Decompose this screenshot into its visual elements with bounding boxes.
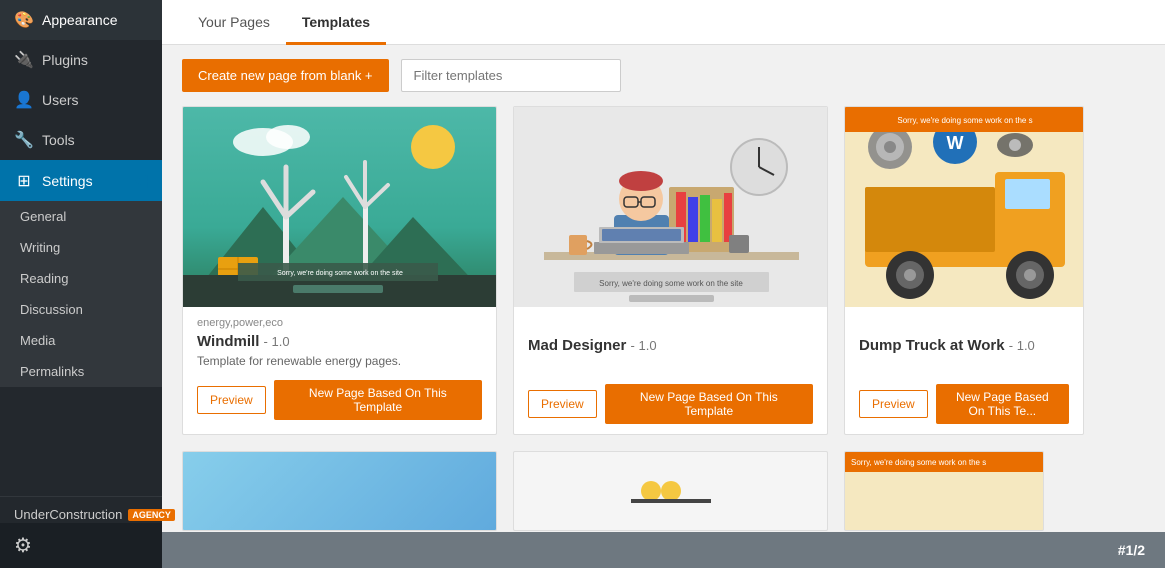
agency-badge: AGENCY (128, 509, 175, 521)
dump-truck-tags (859, 317, 1069, 333)
discussion-label: Discussion (20, 302, 83, 317)
pagination-label: #1/2 (1118, 542, 1145, 558)
submenu-writing[interactable]: Writing (0, 232, 162, 263)
submenu-permalinks[interactable]: Permalinks (0, 356, 162, 387)
toolbar: Create new page from blank + (162, 45, 1165, 106)
sidebar-item-settings[interactable]: ⊞ Settings ◀ (0, 160, 162, 201)
template-card-windmill: Sorry, we're doing some work on the site… (182, 106, 497, 435)
settings-icon: ⊞ (14, 171, 34, 191)
under-construction-label: UnderConstruction (14, 507, 122, 522)
tabs-bar: Your Pages Templates (162, 0, 1165, 45)
sidebar-item-plugins[interactable]: 🔌 Plugins (0, 40, 162, 80)
windmill-title: Windmill - 1.0 (197, 333, 482, 350)
svg-text:Sorry, we're doing some work o: Sorry, we're doing some work on the site (277, 270, 403, 277)
tools-icon: 🔧 (14, 130, 34, 150)
bottom-card-1 (182, 451, 497, 531)
sidebar-item-label: Settings (42, 173, 93, 189)
windmill-desc: Template for renewable energy pages. (197, 354, 482, 368)
mad-designer-card-body: Mad Designer - 1.0 Preview New Page Base… (514, 307, 827, 434)
submenu-media[interactable]: Media (0, 325, 162, 356)
windmill-actions: Preview New Page Based On This Template (197, 380, 482, 420)
templates-grid: Sorry, we're doing some work on the site… (162, 106, 1165, 568)
media-label: Media (20, 333, 55, 348)
sidebar-item-label: Plugins (42, 52, 88, 68)
sidebar-item-label: Tools (42, 132, 75, 148)
dump-truck-preview-button[interactable]: Preview (859, 390, 928, 418)
svg-text:Sorry, we're doing some work o: Sorry, we're doing some work on the s (897, 116, 1032, 125)
dump-truck-card-body: Dump Truck at Work - 1.0 Preview New Pag… (845, 307, 1083, 434)
writing-label: Writing (20, 240, 60, 255)
mad-designer-title: Mad Designer - 1.0 (528, 337, 813, 354)
bottom-card-3: Sorry, we're doing some work on the s (844, 451, 1044, 531)
submenu-reading[interactable]: Reading (0, 263, 162, 294)
settings-submenu: General Writing Reading Discussion Media… (0, 201, 162, 387)
windmill-preview: Sorry, we're doing some work on the site (183, 107, 496, 307)
reading-label: Reading (20, 271, 68, 286)
mad-designer-preview-button[interactable]: Preview (528, 390, 597, 418)
mad-designer-desc (528, 358, 813, 372)
sidebar-item-users[interactable]: 👤 Users (0, 80, 162, 120)
bottom-cards-row: Sorry, we're doing some work on the s (182, 451, 1145, 531)
plugins-icon: 🔌 (14, 50, 34, 70)
sidebar-item-label: Users (42, 92, 79, 108)
dump-truck-desc (859, 358, 1069, 372)
mad-designer-svg: Sorry, we're doing some work on the site (514, 107, 827, 307)
settings-arrow-icon: ◀ (134, 170, 148, 191)
windmill-card-body: energy,power,eco Windmill - 1.0 Template… (183, 307, 496, 430)
svg-text:Sorry, we're doing some work o: Sorry, we're doing some work on the site (599, 279, 743, 288)
svg-text:W: W (947, 133, 964, 153)
gear-icon[interactable]: ⚙ (14, 533, 32, 558)
appearance-icon: 🎨 (14, 10, 34, 30)
sidebar-item-tools[interactable]: 🔧 Tools (0, 120, 162, 160)
dump-truck-actions: Preview New Page Based On This Te... (859, 384, 1069, 424)
mad-designer-actions: Preview New Page Based On This Template (528, 384, 813, 424)
general-label: General (20, 209, 66, 224)
dump-truck-use-template-button[interactable]: New Page Based On This Te... (936, 384, 1069, 424)
tab-templates[interactable]: Templates (286, 2, 386, 45)
users-icon: 👤 (14, 90, 34, 110)
windmill-tags: energy,power,eco (197, 317, 482, 329)
windmill-preview-button[interactable]: Preview (197, 386, 266, 414)
dump-truck-svg: W Sorry, we're doing some work on the s (845, 107, 1083, 307)
submenu-general[interactable]: General (0, 201, 162, 232)
settings-gear-bar: ⚙ (0, 523, 162, 568)
construction-partial-svg (631, 466, 711, 516)
mad-designer-preview: Sorry, we're doing some work on the site (514, 107, 827, 307)
tab-your-pages[interactable]: Your Pages (182, 2, 286, 45)
dump-truck-title: Dump Truck at Work - 1.0 (859, 337, 1069, 354)
template-card-mad-designer: Sorry, we're doing some work on the site… (513, 106, 828, 435)
windmill-svg: Sorry, we're doing some work on the site (183, 107, 496, 307)
submenu-discussion[interactable]: Discussion (0, 294, 162, 325)
filter-templates-input[interactable] (401, 59, 621, 92)
bottom-card-2 (513, 451, 828, 531)
sidebar-item-label: Appearance (42, 12, 118, 28)
main-content: Your Pages Templates Create new page fro… (162, 0, 1165, 568)
permalinks-label: Permalinks (20, 364, 84, 379)
create-page-button[interactable]: Create new page from blank + (182, 59, 389, 92)
mad-designer-tags (528, 317, 813, 333)
sidebar-item-appearance[interactable]: 🎨 Appearance (0, 0, 162, 40)
pagination-bar: #1/2 (162, 532, 1165, 568)
mad-designer-use-template-button[interactable]: New Page Based On This Template (605, 384, 813, 424)
template-card-dump-truck: W Sorry, we're doing some work on the s … (844, 106, 1084, 435)
dump-truck-preview: W Sorry, we're doing some work on the s (845, 107, 1083, 307)
windmill-use-template-button[interactable]: New Page Based On This Template (274, 380, 482, 420)
